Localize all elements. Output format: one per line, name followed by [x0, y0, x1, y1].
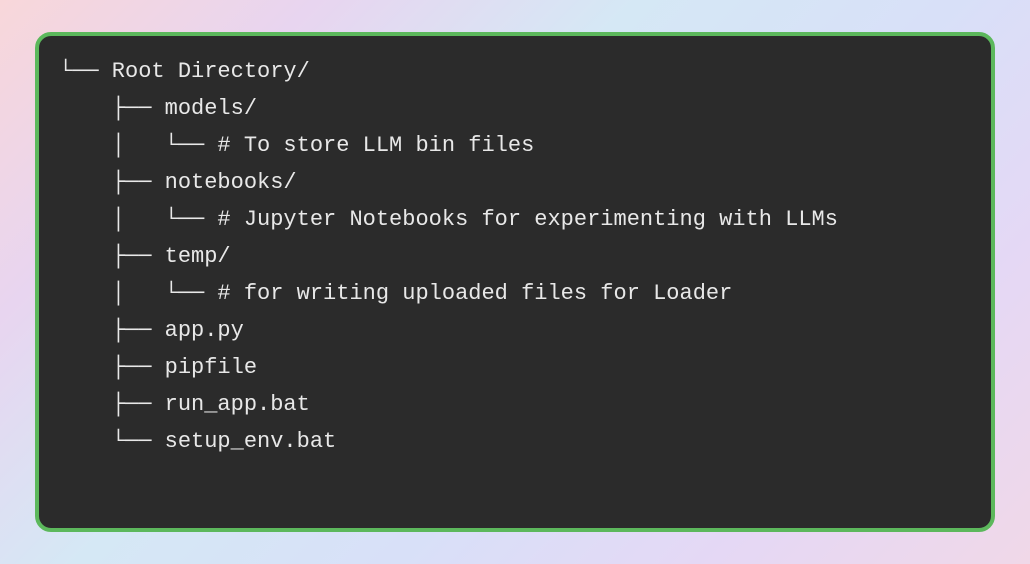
terminal-container: └── Root Directory/ ├── models/ │ └── # …	[35, 32, 995, 532]
tree-line-app-py: ├── app.py	[59, 313, 971, 350]
tree-line-pipfile: ├── pipfile	[59, 350, 971, 387]
tree-line-temp-desc: │ └── # for writing uploaded files for L…	[59, 276, 971, 313]
tree-line-models: ├── models/	[59, 91, 971, 128]
tree-line-temp: ├── temp/	[59, 239, 971, 276]
tree-line-root: └── Root Directory/	[59, 54, 971, 91]
tree-line-setup-env-bat: └── setup_env.bat	[59, 424, 971, 461]
tree-line-models-desc: │ └── # To store LLM bin files	[59, 128, 971, 165]
tree-line-run-app-bat: ├── run_app.bat	[59, 387, 971, 424]
tree-line-notebooks: ├── notebooks/	[59, 165, 971, 202]
tree-line-notebooks-desc: │ └── # Jupyter Notebooks for experiment…	[59, 202, 971, 239]
